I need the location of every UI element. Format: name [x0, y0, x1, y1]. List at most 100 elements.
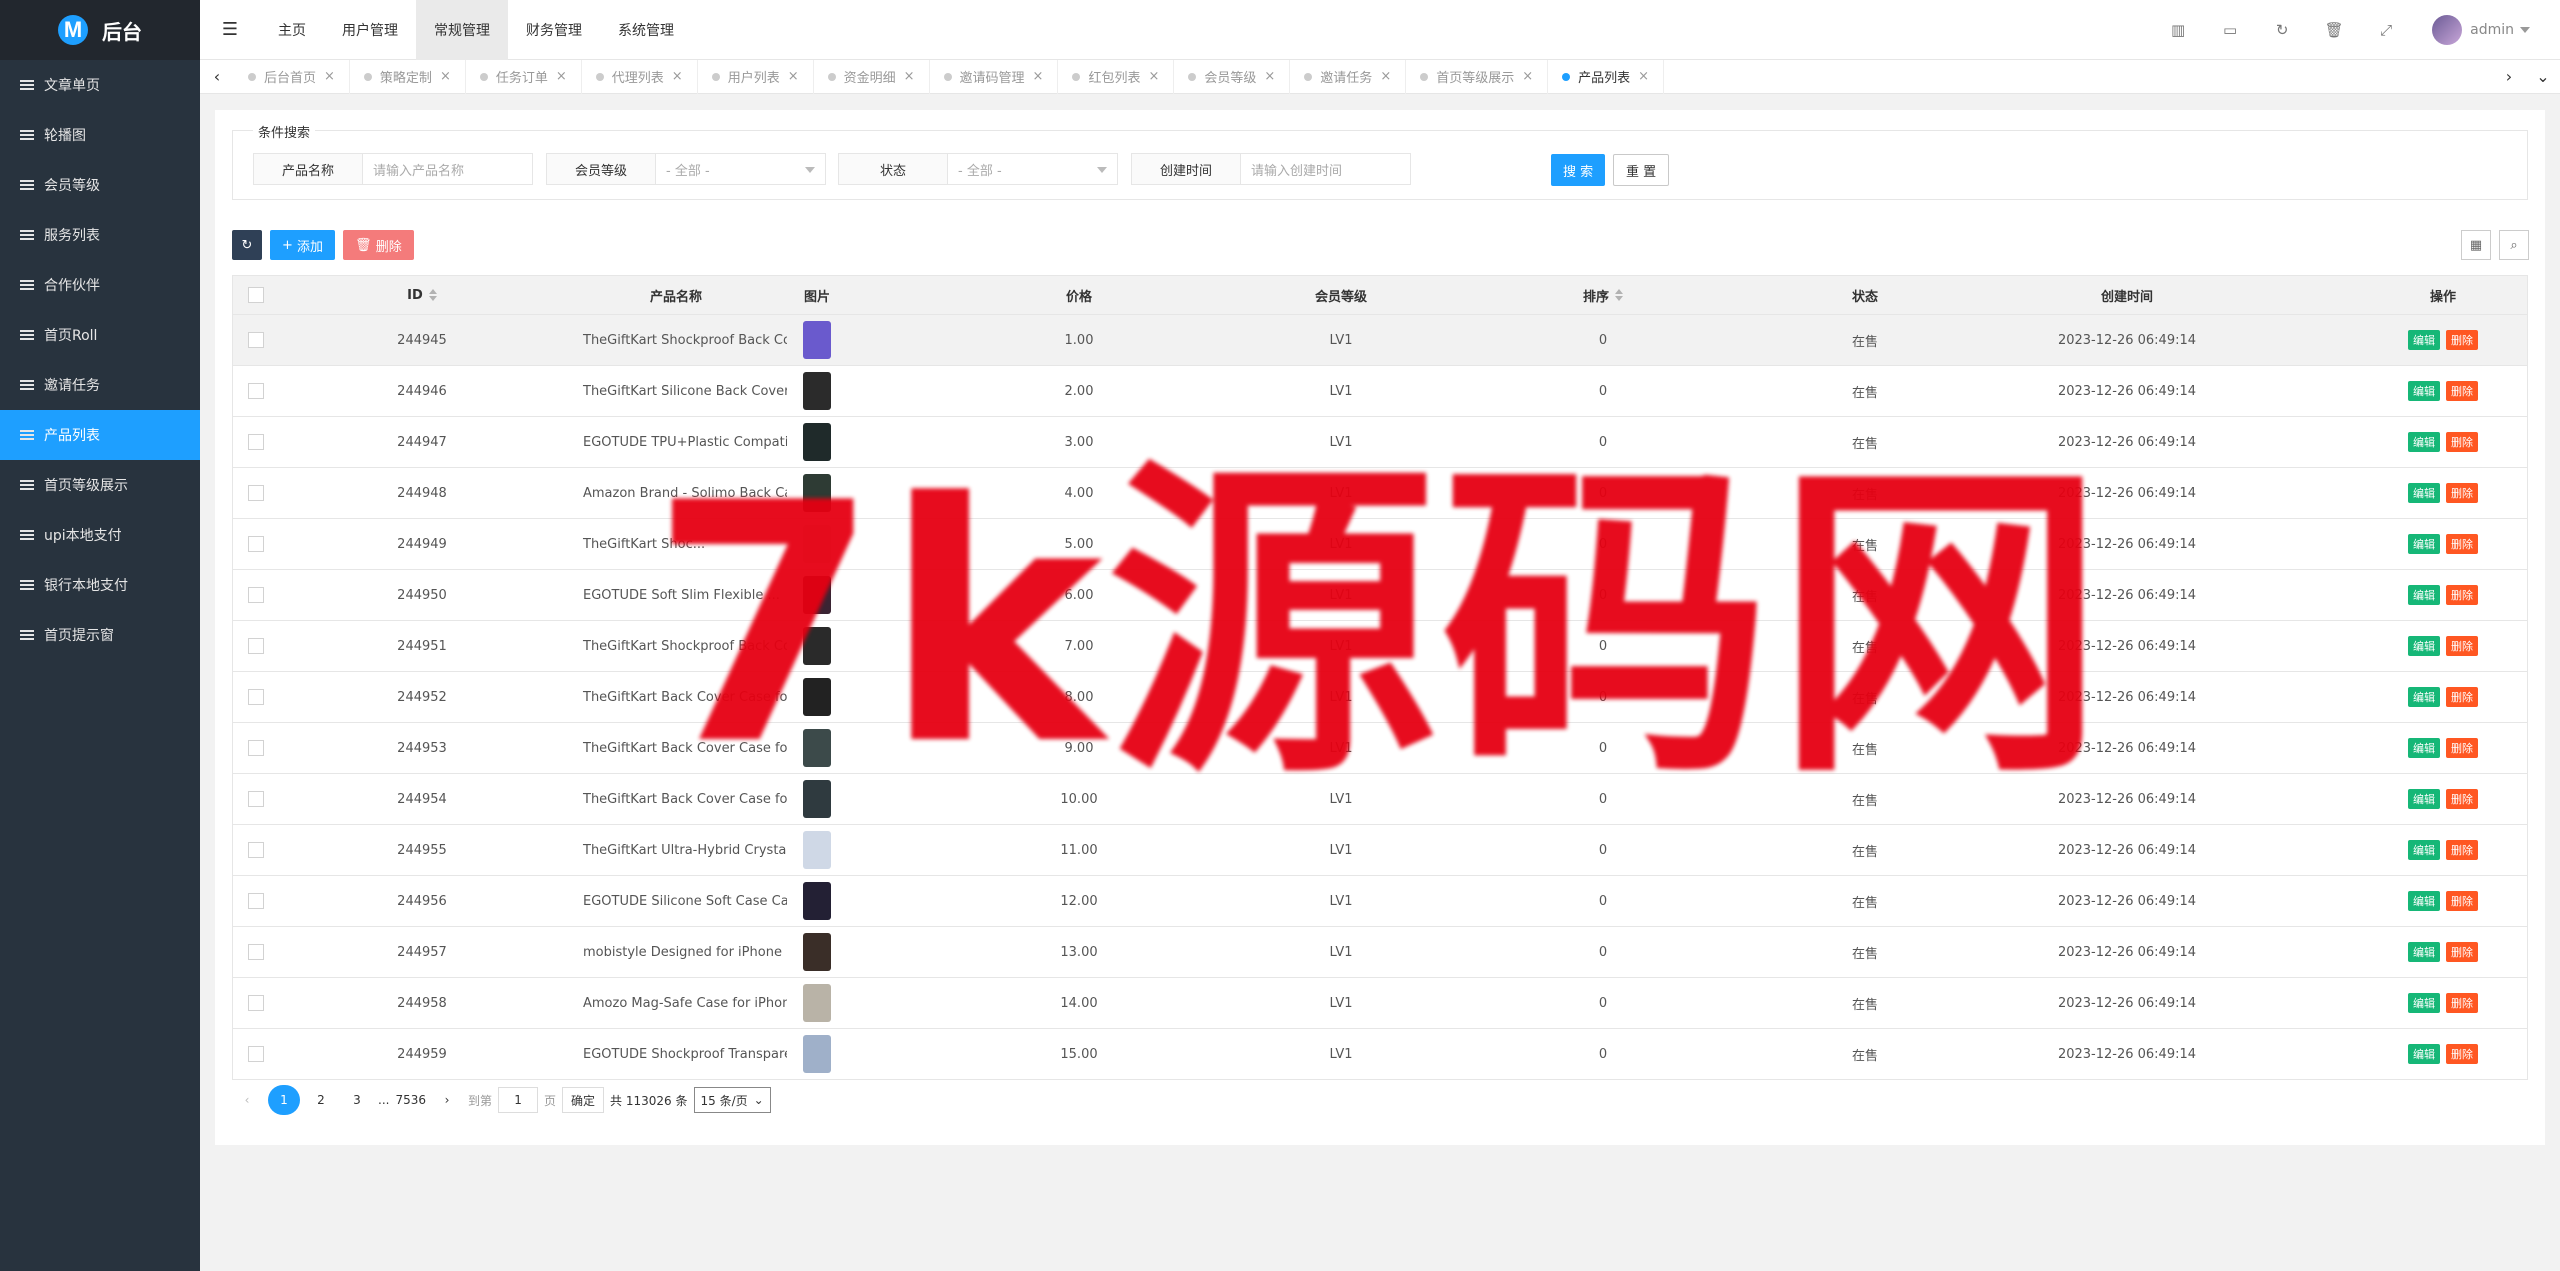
page-3[interactable]: 3	[342, 1085, 372, 1115]
sidebar-item[interactable]: 首页等级展示	[0, 460, 200, 510]
sidebar-item[interactable]: 轮播图	[0, 110, 200, 160]
row-checkbox[interactable]	[248, 893, 264, 909]
close-icon[interactable]: ×	[1148, 69, 1159, 84]
tab[interactable]: 邀请码管理 ×	[930, 59, 1059, 94]
close-icon[interactable]: ×	[904, 69, 915, 84]
row-checkbox[interactable]	[248, 995, 264, 1011]
close-icon[interactable]: ×	[324, 69, 335, 84]
avatar[interactable]	[2432, 15, 2463, 45]
goto-confirm-button[interactable]: 确定	[562, 1087, 605, 1113]
edit-button[interactable]: 编辑	[2408, 432, 2440, 452]
tab[interactable]: 策略定制 ×	[350, 59, 466, 94]
sidebar-item[interactable]: 邀请任务	[0, 360, 200, 410]
tab[interactable]: 代理列表 ×	[582, 59, 698, 94]
sidebar-item[interactable]: 合作伙伴	[0, 260, 200, 310]
sidebar-item[interactable]: 会员等级	[0, 160, 200, 210]
product-thumbnail[interactable]	[803, 933, 831, 971]
sidebar-item[interactable]: 首页提示窗	[0, 610, 200, 660]
col-sort[interactable]: 排序	[1371, 286, 1835, 305]
reset-button[interactable]: 重 置	[1613, 154, 1670, 186]
product-thumbnail[interactable]	[803, 678, 831, 716]
add-button[interactable]: + 添加	[270, 230, 336, 260]
edit-button[interactable]: 编辑	[2408, 330, 2440, 350]
edit-button[interactable]: 编辑	[2408, 942, 2440, 962]
product-thumbnail[interactable]	[803, 984, 831, 1022]
product-thumbnail[interactable]	[803, 576, 831, 614]
refresh-button[interactable]: ↻	[232, 230, 262, 260]
created-time-input[interactable]: 请输入创建时间	[1241, 153, 1411, 185]
close-icon[interactable]: ×	[556, 69, 567, 84]
tab[interactable]: 资金明细 ×	[814, 59, 930, 94]
close-icon[interactable]: ×	[440, 69, 451, 84]
delete-button[interactable]: 删除	[2446, 942, 2478, 962]
tab[interactable]: 任务订单 ×	[466, 59, 582, 94]
product-thumbnail[interactable]	[803, 831, 831, 869]
sidebar-item[interactable]: 产品列表	[0, 410, 200, 460]
next-page-icon[interactable]: ›	[432, 1085, 462, 1115]
product-thumbnail[interactable]	[803, 627, 831, 665]
edit-button[interactable]: 编辑	[2408, 891, 2440, 911]
tab[interactable]: 红包列表 ×	[1058, 59, 1175, 94]
batch-delete-button[interactable]: 🗑 删除	[343, 230, 414, 260]
tabs-menu-icon[interactable]: ⌄	[2526, 60, 2560, 94]
sidebar-item[interactable]: 文章单页	[0, 60, 200, 110]
product-thumbnail[interactable]	[803, 321, 831, 359]
product-thumbnail[interactable]	[803, 780, 831, 818]
row-checkbox[interactable]	[248, 1046, 264, 1062]
trash-icon[interactable]: 🗑	[2308, 0, 2360, 60]
sort-icon[interactable]	[1615, 289, 1623, 301]
row-checkbox[interactable]	[248, 944, 264, 960]
delete-button[interactable]: 删除	[2446, 789, 2478, 809]
row-checkbox[interactable]	[248, 536, 264, 552]
edit-button[interactable]: 编辑	[2408, 789, 2440, 809]
edit-button[interactable]: 编辑	[2408, 381, 2440, 401]
row-checkbox[interactable]	[248, 842, 264, 858]
delete-button[interactable]: 删除	[2446, 993, 2478, 1013]
select-all-checkbox[interactable]	[248, 287, 264, 303]
product-thumbnail[interactable]	[803, 882, 831, 920]
tab[interactable]: 产品列表 ×	[1548, 59, 1665, 94]
menu-toggle-icon[interactable]: ☰	[200, 0, 260, 60]
row-checkbox[interactable]	[248, 485, 264, 501]
delete-button[interactable]: 删除	[2446, 330, 2478, 350]
close-icon[interactable]: ×	[1033, 69, 1044, 84]
row-checkbox[interactable]	[248, 332, 264, 348]
edit-button[interactable]: 编辑	[2408, 738, 2440, 758]
columns-icon[interactable]: ▦	[2461, 230, 2491, 260]
prev-page-icon[interactable]: ‹	[232, 1085, 262, 1115]
product-thumbnail[interactable]	[803, 423, 831, 461]
tab[interactable]: 会员等级 ×	[1174, 59, 1291, 94]
row-checkbox[interactable]	[248, 689, 264, 705]
edit-button[interactable]: 编辑	[2408, 1044, 2440, 1064]
edit-button[interactable]: 编辑	[2408, 993, 2440, 1013]
tab[interactable]: 用户列表 ×	[698, 59, 814, 94]
nav-item[interactable]: 常规管理	[416, 0, 508, 60]
row-checkbox[interactable]	[248, 434, 264, 450]
chart-icon[interactable]: ▥	[2152, 0, 2204, 60]
row-checkbox[interactable]	[248, 791, 264, 807]
search-icon[interactable]: ⌕	[2499, 230, 2529, 260]
close-icon[interactable]: ×	[788, 69, 799, 84]
product-thumbnail[interactable]	[803, 729, 831, 767]
product-thumbnail[interactable]	[803, 1035, 831, 1073]
edit-button[interactable]: 编辑	[2408, 636, 2440, 656]
goto-page-input[interactable]: 1	[498, 1087, 539, 1113]
col-id[interactable]: ID	[279, 288, 565, 303]
delete-button[interactable]: 删除	[2446, 840, 2478, 860]
tab[interactable]: 后台首页 ×	[234, 59, 350, 94]
tab[interactable]: 首页等级展示 ×	[1406, 59, 1549, 94]
row-checkbox[interactable]	[248, 587, 264, 603]
refresh-icon[interactable]: ↻	[2256, 0, 2308, 60]
chevron-down-icon[interactable]	[2520, 27, 2530, 33]
sidebar-item[interactable]: upi本地支付	[0, 510, 200, 560]
fullscreen-icon[interactable]: ⤢	[2360, 0, 2412, 60]
close-icon[interactable]: ×	[1522, 69, 1533, 84]
delete-button[interactable]: 删除	[2446, 585, 2478, 605]
edit-button[interactable]: 编辑	[2408, 585, 2440, 605]
tab[interactable]: 邀请任务 ×	[1290, 59, 1407, 94]
nav-item[interactable]: 财务管理	[508, 0, 600, 60]
product-thumbnail[interactable]	[803, 372, 831, 410]
edit-button[interactable]: 编辑	[2408, 840, 2440, 860]
close-icon[interactable]: ×	[1380, 69, 1391, 84]
edit-button[interactable]: 编辑	[2408, 687, 2440, 707]
